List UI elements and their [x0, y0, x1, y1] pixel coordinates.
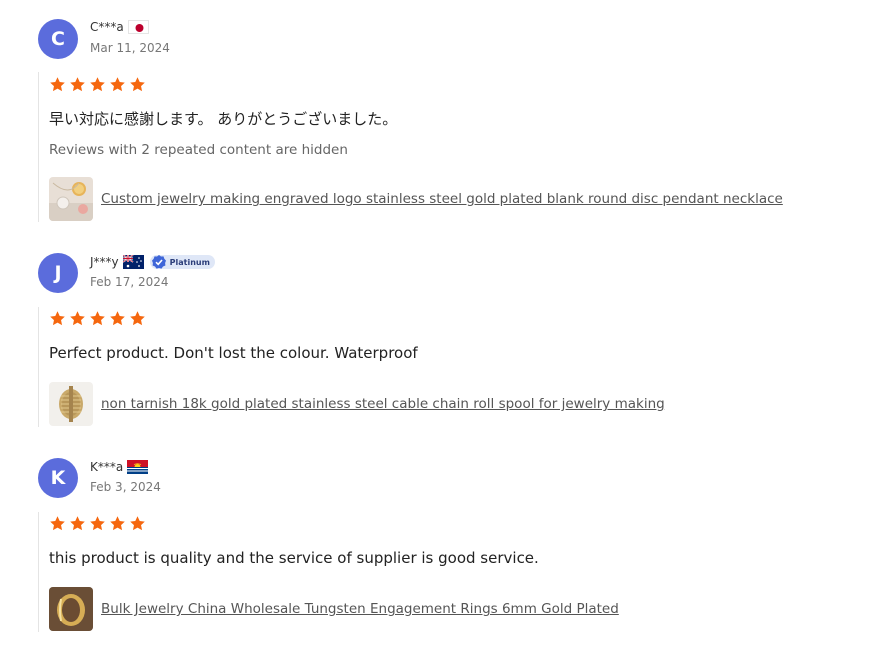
- review-product[interactable]: Custom jewelry making engraved logo stai…: [49, 177, 783, 221]
- star-icon: [49, 76, 66, 93]
- star-rating: [49, 515, 146, 532]
- star-icon: [129, 76, 146, 93]
- star-icon: [69, 515, 86, 532]
- star-icon: [89, 515, 106, 532]
- review-divider: [38, 72, 39, 222]
- star-icon: [129, 310, 146, 327]
- star-icon: [129, 515, 146, 532]
- australia-flag-icon: [122, 255, 144, 269]
- japan-flag-icon: [127, 20, 149, 34]
- star-rating: [49, 76, 146, 93]
- star-icon: [89, 76, 106, 93]
- verified-icon: [151, 255, 166, 269]
- star-icon: [89, 310, 106, 327]
- reviewer-name: C***a: [90, 20, 124, 34]
- review-text: 早い対応に感謝します。 ありがとうございました。: [49, 110, 398, 128]
- review-date: Feb 3, 2024: [90, 480, 161, 494]
- star-rating: [49, 310, 146, 327]
- reviewer-name: J***y: [90, 255, 119, 269]
- product-thumbnail[interactable]: [49, 587, 93, 631]
- star-icon: [109, 76, 126, 93]
- review-product[interactable]: Bulk Jewelry China Wholesale Tungsten En…: [49, 587, 619, 631]
- product-thumbnail[interactable]: [49, 382, 93, 426]
- avatar: C: [38, 19, 78, 59]
- avatar: J: [38, 253, 78, 293]
- star-icon: [49, 310, 66, 327]
- reviewer-name: K***a: [90, 460, 124, 474]
- review-date: Feb 17, 2024: [90, 275, 169, 289]
- review-product[interactable]: non tarnish 18k gold plated stainless st…: [49, 382, 665, 426]
- product-link[interactable]: Bulk Jewelry China Wholesale Tungsten En…: [101, 601, 619, 617]
- product-thumbnail[interactable]: [49, 177, 93, 221]
- star-icon: [109, 310, 126, 327]
- product-link[interactable]: Custom jewelry making engraved logo stai…: [101, 191, 783, 207]
- star-icon: [69, 310, 86, 327]
- review-divider: [38, 307, 39, 427]
- reviewer-info: C***a: [90, 20, 149, 34]
- review-text: Perfect product. Don't lost the colour. …: [49, 344, 418, 362]
- star-icon: [49, 515, 66, 532]
- reviewer-info: J***y Platinum: [90, 255, 215, 269]
- review-divider: [38, 512, 39, 632]
- review-date: Mar 11, 2024: [90, 41, 170, 55]
- avatar: K: [38, 458, 78, 498]
- badge-label: Platinum: [169, 257, 210, 267]
- platinum-badge: Platinum: [149, 255, 215, 269]
- hidden-reviews-note: Reviews with 2 repeated content are hidd…: [49, 142, 348, 158]
- kiribati-flag-icon: [127, 460, 149, 474]
- reviewer-info: K***a: [90, 460, 149, 474]
- star-icon: [109, 515, 126, 532]
- product-link[interactable]: non tarnish 18k gold plated stainless st…: [101, 396, 665, 412]
- star-icon: [69, 76, 86, 93]
- review-text: this product is quality and the service …: [49, 549, 539, 567]
